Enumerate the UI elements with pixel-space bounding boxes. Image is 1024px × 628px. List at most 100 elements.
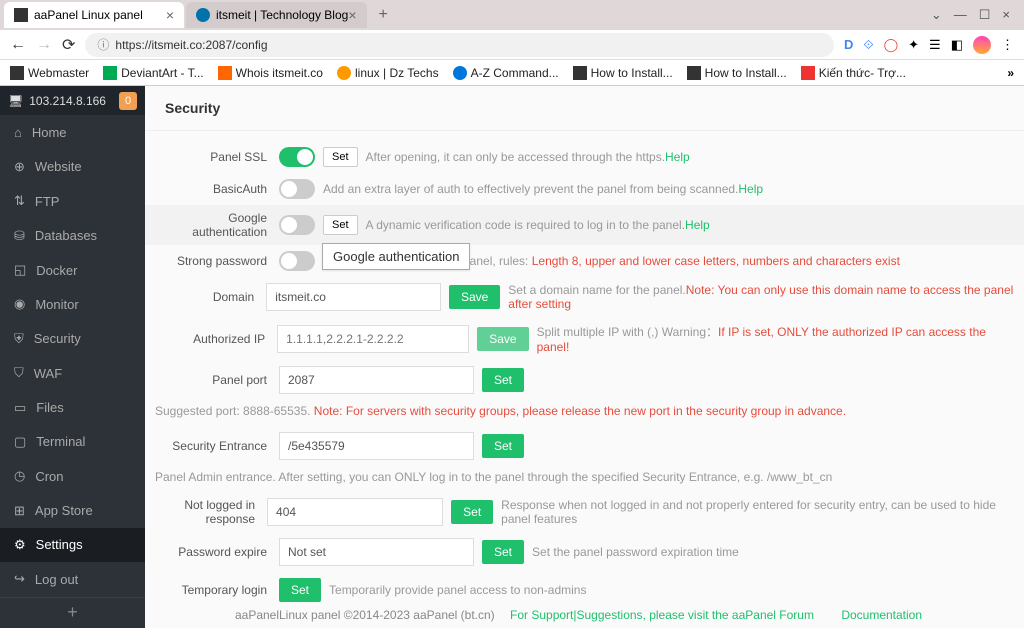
hint: Response when not logged in and not prop… bbox=[501, 498, 1014, 526]
set-button[interactable]: Set bbox=[279, 578, 321, 602]
set-button[interactable]: Set bbox=[482, 540, 524, 564]
sidebar-item-website[interactable]: ⊕Website bbox=[0, 150, 145, 184]
port-input[interactable] bbox=[279, 366, 474, 394]
sidebar-item-files[interactable]: ▭Files bbox=[0, 390, 145, 424]
authorized-ip-input[interactable] bbox=[277, 325, 469, 353]
toggle-google-auth[interactable] bbox=[279, 215, 315, 235]
url-bar[interactable]: ⓘhttps://itsmeit.co:2087/config bbox=[85, 33, 834, 57]
sidebar-item-ftp[interactable]: ⇅FTP bbox=[0, 184, 145, 218]
tab-title: itsmeit | Technology Blog bbox=[216, 8, 348, 22]
monitor-icon: 🖥 bbox=[8, 94, 23, 108]
docs-link[interactable]: Documentation bbox=[841, 608, 922, 622]
close-icon[interactable]: × bbox=[166, 7, 174, 23]
sidebar-item-terminal[interactable]: ▢Terminal bbox=[0, 425, 145, 459]
main-content: Security Panel SSL Set After opening, it… bbox=[145, 86, 1024, 628]
bookmark[interactable]: linux | Dz Techs bbox=[337, 66, 439, 80]
set-button[interactable]: Set bbox=[482, 434, 524, 458]
row-panel-port: Panel port Set bbox=[145, 360, 1024, 400]
minimize-icon[interactable]: — bbox=[954, 7, 967, 23]
extension-icon[interactable]: ◯ bbox=[884, 37, 899, 53]
reload-button[interactable]: ⟳ bbox=[62, 35, 75, 55]
sidebar-item-logout[interactable]: ↪Log out bbox=[0, 562, 145, 596]
sidebar-item-appstore[interactable]: ⊞App Store bbox=[0, 493, 145, 527]
sidebar-item-security[interactable]: ⛨Security bbox=[0, 322, 145, 356]
label: BasicAuth bbox=[155, 182, 279, 196]
close-icon[interactable]: × bbox=[1002, 7, 1010, 23]
square-icon[interactable]: ◧ bbox=[951, 37, 963, 53]
row-domain: Domain Save Set a domain name for the pa… bbox=[145, 277, 1024, 317]
set-button[interactable]: Set bbox=[323, 215, 358, 235]
avatar[interactable] bbox=[973, 36, 991, 54]
row-password-expire: Password expire Set Set the panel passwo… bbox=[145, 532, 1024, 572]
bookmark[interactable]: A-Z Command... bbox=[453, 66, 559, 80]
sidebar-item-databases[interactable]: ⛁Databases bbox=[0, 219, 145, 253]
hint: Add an extra layer of auth to effectivel… bbox=[323, 182, 763, 196]
help-link[interactable]: Help bbox=[738, 182, 763, 196]
shield-icon: ⛨ bbox=[14, 331, 24, 347]
more-bookmarks[interactable]: » bbox=[1007, 66, 1014, 80]
menu-icon[interactable]: ⋮ bbox=[1001, 37, 1014, 53]
help-link[interactable]: Help bbox=[665, 150, 690, 164]
grid-icon: ⊞ bbox=[14, 503, 25, 519]
site-icon bbox=[801, 66, 815, 80]
footer: aaPanelLinux panel ©2014-2023 aaPanel (b… bbox=[145, 608, 1024, 622]
set-button[interactable]: Set bbox=[451, 500, 493, 524]
sidebar-item-home[interactable]: ⌂Home bbox=[0, 115, 145, 149]
save-button[interactable]: Save bbox=[449, 285, 500, 309]
new-tab-button[interactable]: + bbox=[369, 6, 398, 24]
database-icon: ⛁ bbox=[14, 228, 25, 244]
label: Domain bbox=[155, 290, 266, 304]
bookmark[interactable]: How to Install... bbox=[573, 66, 673, 80]
set-button[interactable]: Set bbox=[482, 368, 524, 392]
notification-badge[interactable]: 0 bbox=[119, 92, 137, 110]
monitor-icon: ◉ bbox=[14, 296, 25, 312]
page-title: Security bbox=[145, 86, 1024, 131]
bookmark[interactable]: How to Install... bbox=[687, 66, 787, 80]
back-button[interactable]: ← bbox=[10, 36, 26, 54]
password-expire-input[interactable] bbox=[279, 538, 474, 566]
site-icon bbox=[337, 66, 351, 80]
bookmark[interactable]: DeviantArt - T... bbox=[103, 66, 203, 80]
reader-icon[interactable]: ☰ bbox=[929, 37, 941, 53]
row-not-logged: Not logged in response Set Response when… bbox=[145, 492, 1024, 532]
forward-button[interactable]: → bbox=[36, 36, 52, 54]
site-icon bbox=[103, 66, 117, 80]
chevron-down-icon[interactable]: ⌄ bbox=[931, 7, 942, 23]
support-link[interactable]: For Support|Suggestions, please visit th… bbox=[510, 608, 814, 622]
label: Temporary login bbox=[155, 583, 279, 597]
gear-icon: ⚙ bbox=[14, 537, 26, 553]
home-icon: ⌂ bbox=[14, 125, 22, 140]
help-link[interactable]: Help bbox=[685, 218, 710, 232]
domain-input[interactable] bbox=[266, 283, 441, 311]
waf-icon: ⛉ bbox=[14, 365, 24, 381]
bookmark[interactable]: Whois itsmeit.co bbox=[218, 66, 323, 80]
site-icon bbox=[573, 66, 587, 80]
entrance-input[interactable] bbox=[279, 432, 474, 460]
nav-bar: ← → ⟳ ⓘhttps://itsmeit.co:2087/config D … bbox=[0, 30, 1024, 60]
save-button[interactable]: Save bbox=[477, 327, 528, 351]
sidebar-item-monitor[interactable]: ◉Monitor bbox=[0, 287, 145, 321]
port-note: Suggested port: 8888-65535. Note: For se… bbox=[145, 400, 1024, 426]
sidebar-item-settings[interactable]: ⚙Settings bbox=[0, 528, 145, 562]
not-logged-input[interactable] bbox=[267, 498, 443, 526]
sidebar-item-cron[interactable]: ◷Cron bbox=[0, 459, 145, 493]
toggle-panel-ssl[interactable] bbox=[279, 147, 315, 167]
translate-icon[interactable]: ⟐ bbox=[863, 37, 873, 53]
extensions-icon[interactable]: ✦ bbox=[908, 37, 919, 53]
sidebar-item-waf[interactable]: ⛉WAF bbox=[0, 356, 145, 390]
bookmark[interactable]: Webmaster bbox=[10, 66, 89, 80]
maximize-icon[interactable]: ☐ bbox=[979, 7, 991, 23]
toggle-basicauth[interactable] bbox=[279, 179, 315, 199]
close-icon[interactable]: × bbox=[348, 7, 356, 23]
tab-1[interactable]: aaPanel Linux panel× bbox=[4, 2, 184, 28]
tab-2[interactable]: itsmeit | Technology Blog× bbox=[186, 2, 367, 28]
set-button[interactable]: Set bbox=[323, 147, 358, 167]
sidebar-add[interactable]: + bbox=[0, 597, 145, 628]
extension-icon[interactable]: D bbox=[844, 37, 853, 52]
sidebar-item-docker[interactable]: ◱Docker bbox=[0, 253, 145, 287]
row-panel-ssl: Panel SSL Set After opening, it can only… bbox=[145, 141, 1024, 173]
ip-address: 103.214.8.166 bbox=[29, 94, 106, 108]
entrance-note: Panel Admin entrance. After setting, you… bbox=[145, 466, 1024, 492]
bookmark[interactable]: Kiến thức- Trợ... bbox=[801, 66, 906, 80]
toggle-strong-password[interactable] bbox=[279, 251, 315, 271]
